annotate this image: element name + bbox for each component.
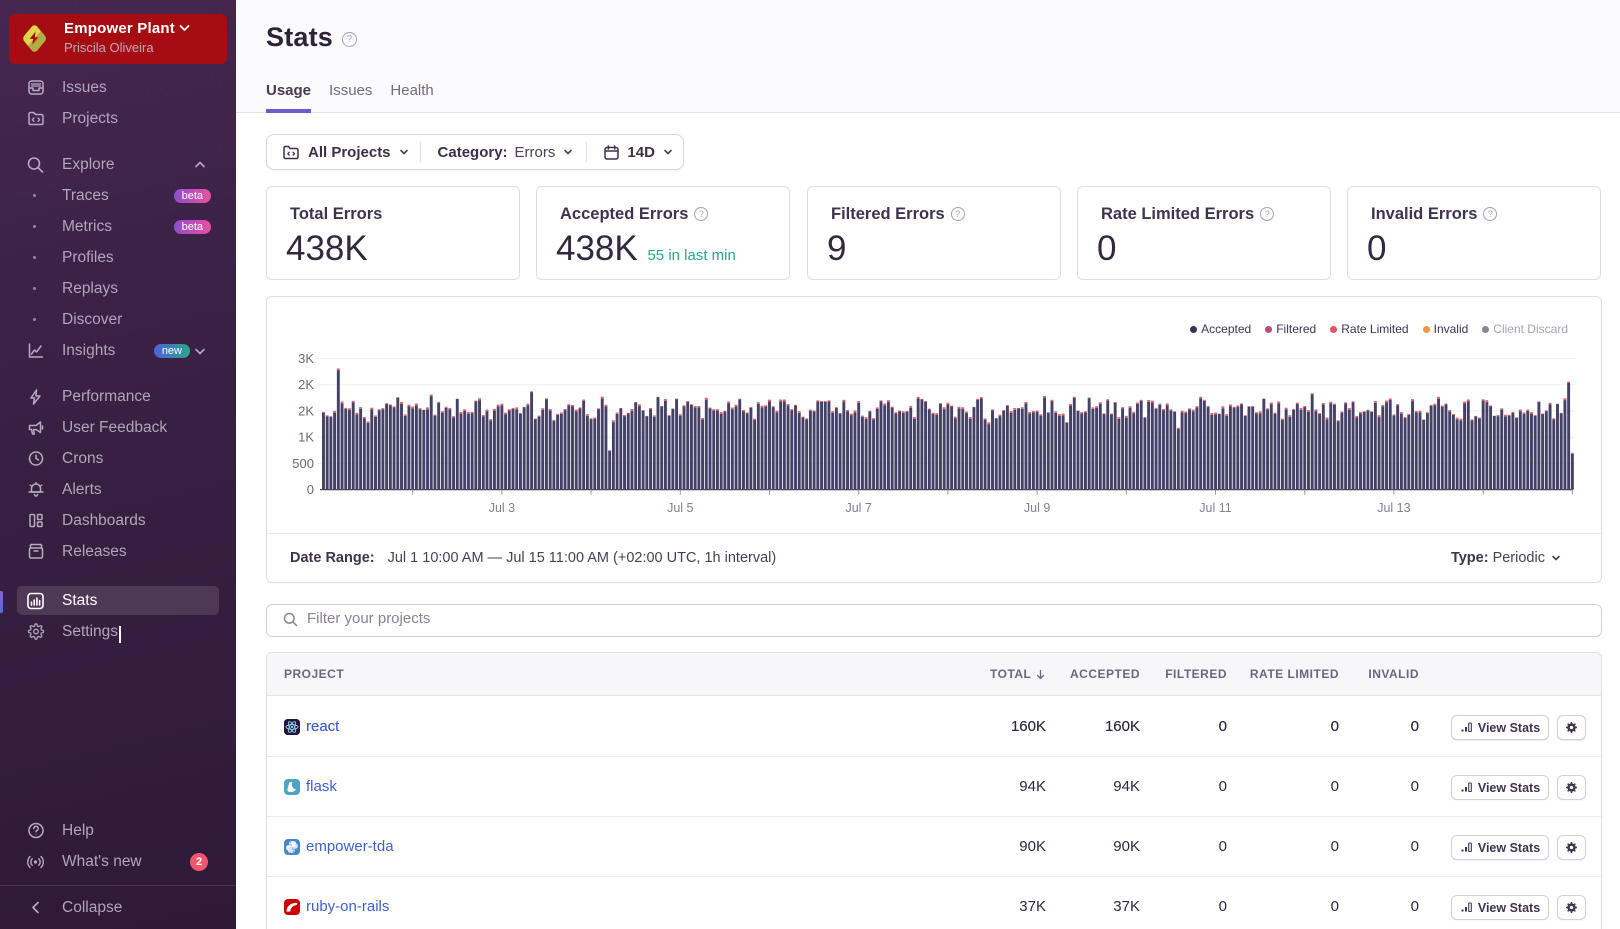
svg-text:Jul 13: Jul 13	[1377, 501, 1410, 515]
svg-text:Jul 5: Jul 5	[667, 501, 693, 515]
svg-text:2K: 2K	[298, 377, 314, 392]
svg-text:Jul 11: Jul 11	[1199, 501, 1231, 515]
svg-text:Jul 7: Jul 7	[845, 501, 871, 515]
svg-text:0: 0	[307, 482, 314, 497]
svg-text:1K: 1K	[298, 430, 314, 445]
svg-text:500: 500	[292, 456, 314, 471]
svg-text:Jul 9: Jul 9	[1024, 501, 1050, 515]
svg-text:Jul 3: Jul 3	[489, 501, 515, 515]
svg-text:3K: 3K	[298, 351, 314, 366]
svg-text:2K: 2K	[298, 403, 314, 418]
